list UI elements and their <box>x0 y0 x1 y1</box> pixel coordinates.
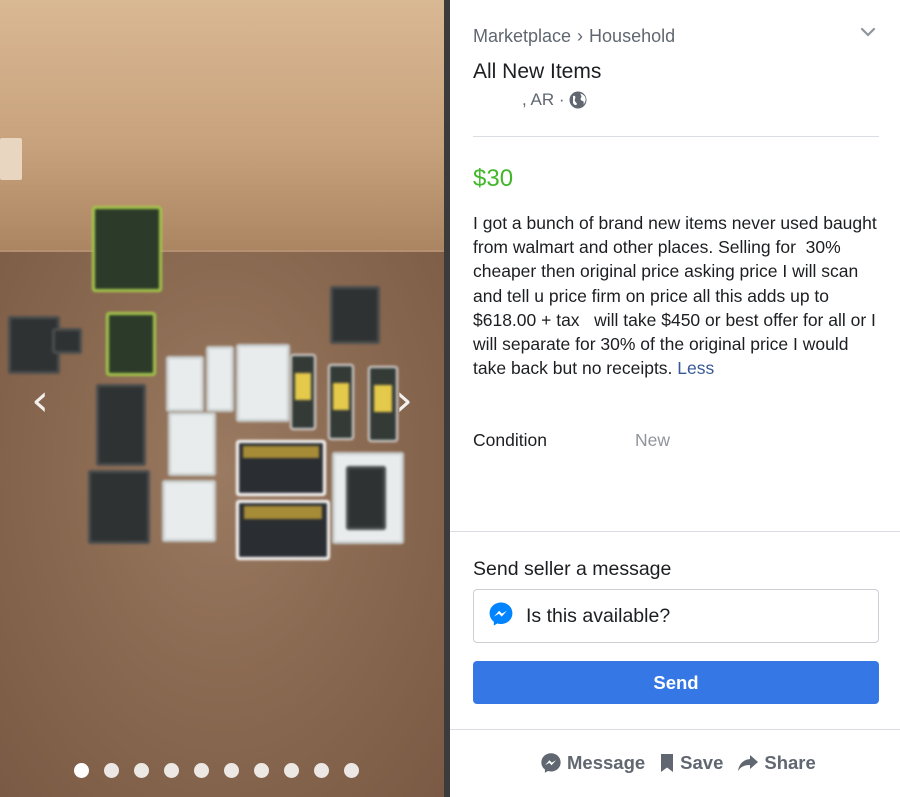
photo-dot[interactable] <box>74 763 89 778</box>
photo-item <box>162 480 216 542</box>
share-label: Share <box>764 752 816 773</box>
photo-dot[interactable] <box>134 763 149 778</box>
photo-item <box>166 356 204 412</box>
listing-actions: Message Save Share <box>540 752 816 774</box>
listing-description: I got a bunch of brand new items never u… <box>473 211 883 380</box>
divider <box>450 531 900 532</box>
listing-details-panel: Marketplace › Household All New Items , … <box>450 0 900 797</box>
send-button[interactable]: Send <box>473 661 879 704</box>
bookmark-icon <box>659 753 675 773</box>
photo-item <box>168 412 216 476</box>
breadcrumb: Marketplace › Household <box>473 26 675 47</box>
divider <box>450 729 900 730</box>
photo-item <box>330 286 380 344</box>
show-less-link[interactable]: Less <box>677 358 714 378</box>
photo-dot[interactable] <box>104 763 119 778</box>
photo-item <box>52 328 82 354</box>
chevron-right-icon: › <box>395 375 413 426</box>
photo-dot[interactable] <box>164 763 179 778</box>
photo-item <box>236 344 290 422</box>
photo-item <box>206 346 234 412</box>
photo-dot[interactable] <box>194 763 209 778</box>
chevron-left-icon: ‹ <box>31 375 49 426</box>
listing-price: $30 <box>473 165 514 192</box>
photo-dot[interactable] <box>284 763 299 778</box>
photo-item <box>92 206 162 292</box>
breadcrumb-household[interactable]: Household <box>589 26 675 47</box>
photo-dot[interactable] <box>344 763 359 778</box>
condition-value: New <box>635 430 671 450</box>
breadcrumb-marketplace[interactable]: Marketplace <box>473 26 571 47</box>
message-input-field[interactable]: Is this available? <box>473 589 879 643</box>
photo-item <box>96 384 146 466</box>
photo-item <box>290 354 316 430</box>
message-action-button[interactable]: Message <box>540 752 645 774</box>
photo-item <box>236 440 326 496</box>
condition-label: Condition <box>473 430 547 450</box>
photo-dot[interactable] <box>224 763 239 778</box>
photo-item <box>88 470 150 544</box>
message-action-label: Message <box>567 752 646 773</box>
photo-wall <box>0 0 444 262</box>
photo-item <box>236 500 330 560</box>
messenger-icon <box>540 752 562 774</box>
photo-dot[interactable] <box>314 763 329 778</box>
divider <box>473 136 879 137</box>
location-text: , AR · <box>522 90 565 109</box>
listing-location: , AR · <box>522 90 587 110</box>
description-text: I got a bunch of brand new items never u… <box>473 213 882 379</box>
share-button[interactable]: Share <box>737 752 816 774</box>
next-photo-button[interactable]: › <box>384 378 424 424</box>
photo-pagination-dots <box>74 763 359 778</box>
photo-dot[interactable] <box>254 763 269 778</box>
globe-icon <box>569 91 587 109</box>
listing-title: All New Items <box>473 60 602 83</box>
photo-item <box>346 466 386 530</box>
messenger-icon <box>488 601 514 632</box>
message-input-value[interactable]: Is this available? <box>526 605 670 628</box>
photo-item <box>106 312 156 376</box>
photo-outlet <box>0 138 22 180</box>
breadcrumb-separator: › <box>577 26 584 46</box>
previous-photo-button[interactable]: ‹ <box>20 378 60 424</box>
save-button[interactable]: Save <box>659 752 723 774</box>
share-arrow-icon <box>737 754 759 772</box>
listing-photo[interactable]: ‹ › <box>0 0 444 797</box>
chevron-down-icon[interactable] <box>860 20 876 43</box>
save-label: Save <box>680 752 724 773</box>
message-heading: Send seller a message <box>473 558 672 580</box>
photo-item <box>328 364 354 440</box>
